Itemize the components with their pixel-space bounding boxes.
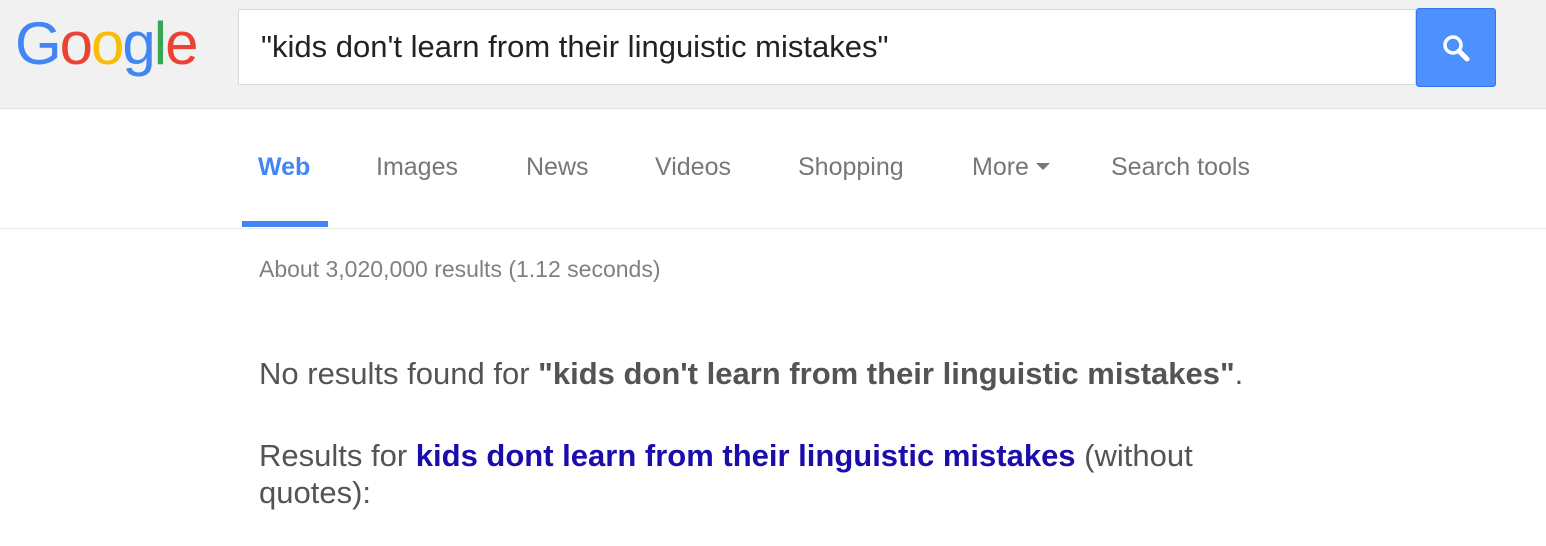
tab-news[interactable]: News (526, 108, 589, 228)
no-results-message: No results found for "kids don't learn f… (259, 356, 1243, 392)
active-tab-indicator (242, 221, 328, 227)
no-results-query: "kids don't learn from their linguistic … (538, 356, 1235, 391)
search-tabs: Web Images News Videos Shopping More Sea… (0, 108, 1546, 229)
tab-web[interactable]: Web (258, 108, 310, 228)
no-results-prefix: No results found for (259, 356, 539, 391)
search-input[interactable] (239, 10, 1415, 84)
search-button[interactable] (1416, 8, 1496, 87)
search-box (238, 9, 1416, 85)
unquoted-query-link[interactable]: kids dont learn from their linguistic mi… (416, 438, 1076, 473)
chevron-down-icon (1035, 162, 1050, 170)
no-results-suffix: . (1234, 356, 1244, 391)
logo-letter: o (59, 10, 93, 77)
tab-images[interactable]: Images (376, 108, 458, 228)
logo-letter: g (122, 10, 155, 77)
search-tools-button[interactable]: Search tools (1111, 108, 1250, 228)
result-stats: About 3,020,000 results (1.12 seconds) (259, 256, 661, 282)
top-bar: Google (0, 0, 1546, 109)
tab-videos[interactable]: Videos (655, 108, 731, 228)
tab-shopping[interactable]: Shopping (798, 108, 904, 228)
results-for-message: Results for kids dont learn from their l… (259, 437, 1259, 511)
tab-more[interactable]: More (972, 108, 1050, 228)
tab-more-label: More (972, 153, 1029, 181)
logo-letter: e (165, 10, 198, 77)
logo-letter: l (153, 10, 167, 77)
logo-letter: G (15, 10, 62, 77)
google-logo[interactable]: Google (15, 8, 199, 80)
search-icon (1443, 34, 1470, 61)
results-for-prefix: Results for (259, 438, 416, 473)
logo-letter: o (91, 10, 124, 77)
